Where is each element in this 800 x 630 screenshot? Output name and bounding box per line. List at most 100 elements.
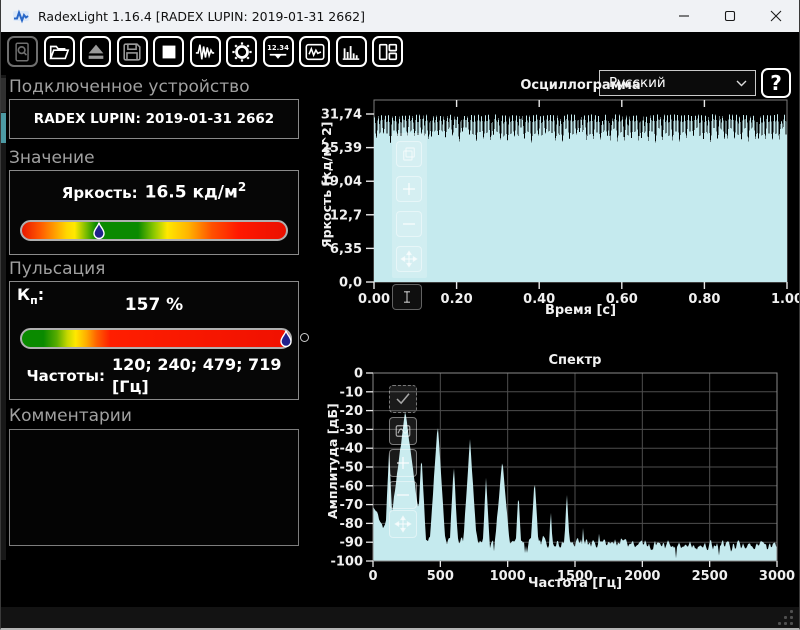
- kp-value: 157 %: [124, 295, 184, 315]
- open-folder-icon: [49, 45, 70, 59]
- svg-text:6,35: 6,35: [330, 242, 362, 257]
- svg-text:0: 0: [354, 367, 363, 382]
- frequencies-value: 120; 240; 479; 719 [Гц]: [111, 355, 282, 396]
- brightness-row: Яркость: 16.5 кд/м2: [10, 171, 298, 203]
- brightness-value: 16.5 кд/м2: [144, 180, 247, 203]
- maximize-button[interactable]: [707, 0, 753, 32]
- oscillogram-view-button[interactable]: [299, 36, 330, 67]
- copy-icon: [403, 147, 415, 161]
- numeric-display-icon: 12.34: [267, 44, 289, 59]
- oscillogram-zoom-in-button[interactable]: [396, 176, 422, 202]
- marker-legend-dot: [300, 333, 309, 342]
- svg-text:-90: -90: [340, 536, 364, 551]
- spectrum-zoom-in-button[interactable]: [389, 449, 417, 477]
- brightness-label: Яркость:: [61, 183, 138, 202]
- svg-text:-20: -20: [340, 404, 364, 419]
- pulsation-marker-drop-icon: [280, 330, 292, 348]
- device-section-label: Подключенное устройство: [9, 77, 250, 97]
- eject-icon: [88, 44, 103, 59]
- spectrum-xlabel: Частота [Гц]: [527, 576, 623, 591]
- layout-panels-button[interactable]: [372, 36, 403, 67]
- stop-icon: [162, 45, 175, 58]
- app-window: RadexLight 1.16.4 [RADEX LUPIN: 2019-01-…: [0, 0, 800, 630]
- frequencies-label: Частоты:: [26, 366, 105, 385]
- comments-section-label: Комментарии: [9, 406, 132, 426]
- magnifier-document-icon: [14, 42, 29, 61]
- gear-icon: [231, 41, 252, 62]
- resize-grip[interactable]: [778, 610, 794, 625]
- value-box: Яркость: 16.5 кд/м2: [9, 170, 299, 255]
- oscillogram-ylabel: Яркость [кд/м^2]: [319, 121, 334, 248]
- close-icon: [770, 10, 782, 22]
- zoom-out-icon: [397, 494, 409, 496]
- oscillogram-pan-button[interactable]: [396, 246, 422, 272]
- svg-text:-60: -60: [340, 479, 364, 494]
- maximize-icon: [724, 10, 736, 22]
- comments-input[interactable]: [9, 429, 299, 546]
- pulsation-section-label: Пульсация: [9, 259, 106, 279]
- settings-button[interactable]: [226, 36, 257, 67]
- oscillogram-zoom-out-button[interactable]: [396, 211, 422, 237]
- spectrum-plot-area[interactable]: [373, 373, 777, 561]
- stop-measurement-button[interactable]: [153, 36, 184, 67]
- layout-icon: [378, 43, 397, 60]
- oscillogram-cursor-button[interactable]: [392, 284, 422, 310]
- window-controls: [661, 0, 799, 32]
- pan-arrows-icon: [400, 250, 418, 268]
- cursor-ibeam-icon: [404, 291, 410, 303]
- open-file-button[interactable]: [43, 36, 75, 67]
- oscillogram-title: Осциллограмма: [520, 78, 641, 93]
- svg-text:31,74: 31,74: [321, 108, 362, 123]
- value-gradient-bar: [20, 220, 288, 241]
- dock-segment: [1, 78, 6, 112]
- spectrum-view-button[interactable]: [335, 36, 367, 67]
- close-button[interactable]: [753, 0, 799, 32]
- dock-handle: [1, 113, 6, 143]
- spectrum-zoom-out-button[interactable]: [389, 481, 417, 509]
- zoom-preview-button[interactable]: [7, 36, 38, 67]
- svg-text:0,0: 0,0: [339, 276, 362, 291]
- oscillogram-xlabel: Время [с]: [544, 303, 617, 318]
- toolbar-buttons: 12.34: [7, 36, 403, 67]
- left-dock-strip[interactable]: [1, 75, 6, 560]
- oscillogram-plot-area[interactable]: [374, 100, 787, 282]
- svg-text:-40: -40: [340, 442, 364, 457]
- toolbar: 12.34 Русский ?: [1, 32, 799, 98]
- spectrum-ylabel: Амплитуда [дБ]: [325, 403, 340, 519]
- spectrum-title: Спектр: [548, 353, 602, 368]
- svg-text:-100: -100: [330, 555, 363, 570]
- status-bar: [1, 607, 799, 628]
- waveform-mode-button[interactable]: [189, 36, 221, 67]
- chart-wave-icon: [305, 43, 324, 60]
- spectrum-autoscale-checkbox[interactable]: [389, 385, 417, 413]
- spectrum-fit-view-button[interactable]: [389, 417, 417, 445]
- svg-text:-30: -30: [340, 423, 364, 438]
- frequencies-row: Частоты: 120; 240; 479; 719 [Гц]: [10, 354, 298, 397]
- svg-text:12,7: 12,7: [330, 208, 362, 223]
- save-file-button[interactable]: [116, 36, 148, 67]
- curve-box-icon: [395, 425, 411, 437]
- svg-text:-70: -70: [340, 498, 364, 513]
- svg-text:-10: -10: [340, 385, 364, 400]
- value-display-mode-button[interactable]: 12.34: [262, 36, 294, 67]
- zoom-in-icon: [397, 457, 409, 469]
- waveform-icon: [195, 43, 215, 59]
- oscillogram-copy-button[interactable]: [396, 141, 422, 167]
- svg-text:-80: -80: [340, 517, 364, 532]
- checkmark-icon: [396, 393, 410, 405]
- minimize-icon: [679, 15, 689, 17]
- pulsation-box: Кп: 157 % Частоты: 120; 240; 479; 719 [Гц…: [9, 281, 299, 400]
- titlebar[interactable]: RadexLight 1.16.4 [RADEX LUPIN: 2019-01-…: [1, 0, 799, 32]
- minimize-button[interactable]: [661, 0, 707, 32]
- window-title: RadexLight 1.16.4 [RADEX LUPIN: 2019-01-…: [38, 8, 365, 24]
- device-name: RADEX LUPIN: 2019-01-31 2662: [33, 111, 275, 127]
- app-logo-icon: [13, 9, 29, 24]
- pulsation-gradient-bar: [20, 328, 292, 349]
- save-floppy-icon: [123, 42, 141, 61]
- svg-text:-50: -50: [340, 461, 364, 476]
- spectrum-pan-button[interactable]: [389, 510, 417, 538]
- value-marker-drop-icon: [92, 222, 105, 240]
- device-box: RADEX LUPIN: 2019-01-31 2662: [9, 99, 299, 139]
- eject-device-button[interactable]: [80, 36, 111, 67]
- svg-text:12.34: 12.34: [267, 44, 289, 52]
